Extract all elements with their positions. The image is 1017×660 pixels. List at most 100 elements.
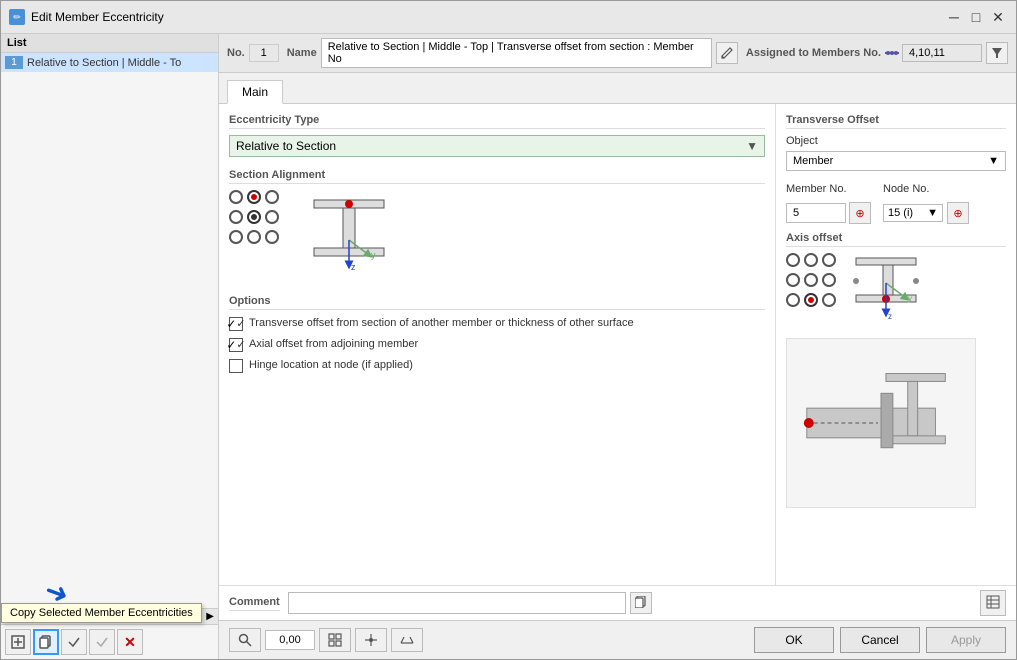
- name-edit-button[interactable]: [716, 42, 738, 64]
- app-icon: ✏: [9, 9, 25, 25]
- tab-main[interactable]: Main: [227, 80, 283, 104]
- axis-radio-bl[interactable]: [786, 293, 800, 307]
- comment-copy-button[interactable]: [630, 592, 652, 614]
- member-pick-button[interactable]: ⊕: [849, 202, 871, 224]
- axis-radio-grid: [786, 253, 836, 307]
- snap-button[interactable]: [355, 628, 387, 652]
- list-scroll-right[interactable]: ▶: [206, 611, 214, 622]
- eccentricity-type-dropdown[interactable]: Relative to Section ▼: [229, 135, 765, 157]
- window-title: Edit Member Eccentricity: [31, 10, 164, 24]
- search-bottom-button[interactable]: [229, 628, 261, 652]
- radio-top-center[interactable]: [247, 190, 261, 204]
- radio-grid: [229, 190, 279, 244]
- member-node-row: Member No. ⊕ Node No. 15 (i): [786, 183, 1006, 224]
- checkbox-3[interactable]: [229, 359, 243, 373]
- title-bar: ✏ Edit Member Eccentricity ─ □ ✕: [1, 1, 1016, 34]
- no-label: No.: [227, 47, 245, 59]
- member-no-input[interactable]: [786, 203, 846, 223]
- assigned-filter-button[interactable]: [986, 42, 1008, 64]
- ok-button[interactable]: OK: [754, 627, 834, 653]
- check-button[interactable]: [61, 629, 87, 655]
- axis-radio-bc[interactable]: [804, 293, 818, 307]
- list-body: 1 Relative to Section | Middle - To: [1, 53, 218, 608]
- radio-row-1: [229, 190, 279, 204]
- radio-mid-left[interactable]: [229, 210, 243, 224]
- checkbox-label-2: Axial offset from adjoining member: [249, 337, 418, 351]
- checkbox-2[interactable]: ✓: [229, 338, 243, 352]
- list-item-text: Relative to Section | Middle - To: [27, 57, 181, 69]
- name-field: Name Relative to Section | Middle - Top …: [287, 38, 738, 68]
- list-item-number: 1: [5, 56, 23, 69]
- radio-bot-left[interactable]: [229, 230, 243, 244]
- axis-radio-mc[interactable]: [804, 273, 818, 287]
- name-label: Name: [287, 47, 317, 59]
- form-right: Transverse Offset Object Member ▼ Member…: [776, 104, 1016, 585]
- options-section: Options ✓ Transverse offset from section…: [229, 295, 765, 373]
- node-select-row: 15 (i) ▼ ⊕: [883, 202, 969, 224]
- grid-button[interactable]: [319, 628, 351, 652]
- member-no-field: Member No. ⊕: [786, 183, 871, 224]
- axis-radio-tr[interactable]: [822, 253, 836, 267]
- checkbox-1[interactable]: ✓: [229, 317, 243, 331]
- close-button[interactable]: ✕: [988, 7, 1008, 27]
- cancel-button[interactable]: Cancel: [840, 627, 920, 653]
- copy-button[interactable]: [33, 629, 59, 655]
- coord-display: 0,00: [265, 630, 315, 650]
- apply-button[interactable]: Apply: [926, 627, 1006, 653]
- node-no-label: Node No.: [883, 183, 969, 195]
- assigned-field: Assigned to Members No. 4,10,11: [746, 42, 1008, 64]
- checkbox-row-1: ✓ Transverse offset from section of anot…: [229, 316, 765, 331]
- title-bar-left: ✏ Edit Member Eccentricity: [9, 9, 164, 25]
- table-icon-button[interactable]: [980, 590, 1006, 616]
- section-alignment-label: Section Alignment: [229, 169, 765, 184]
- title-bar-controls: ─ □ ✕: [944, 7, 1008, 27]
- minimize-button[interactable]: ─: [944, 7, 964, 27]
- member-no-label: Member No.: [786, 183, 871, 195]
- new-button[interactable]: [5, 629, 31, 655]
- delete-button[interactable]: ✕: [117, 629, 143, 655]
- bottom-right-buttons: OK Cancel Apply: [754, 627, 1006, 653]
- radio-top-left[interactable]: [229, 190, 243, 204]
- comment-label: Comment: [229, 596, 280, 611]
- radio-bot-center[interactable]: [247, 230, 261, 244]
- section-beam-diagram: y z: [289, 190, 409, 283]
- 3d-beam-visual: [786, 338, 976, 508]
- radio-mid-right[interactable]: [265, 210, 279, 224]
- dropdown-arrow-icon: ▼: [746, 139, 758, 153]
- object-dropdown[interactable]: Member ▼: [786, 151, 1006, 171]
- measure-button[interactable]: [391, 628, 423, 652]
- radio-bot-right[interactable]: [265, 230, 279, 244]
- node-pick-button[interactable]: ⊕: [947, 202, 969, 224]
- axis-beam-diagram: y z: [846, 253, 936, 328]
- axis-radio-tl[interactable]: [786, 253, 800, 267]
- bottom-bar: 0,00 OK Cancel Apply: [219, 620, 1016, 659]
- object-label: Object: [786, 135, 1006, 147]
- section-alignment-controls: y z: [229, 190, 765, 283]
- radio-row-2: [229, 210, 279, 224]
- assigned-input[interactable]: 4,10,11: [902, 44, 982, 62]
- axis-radio-mr[interactable]: [822, 273, 836, 287]
- node-value: 15 (i): [888, 207, 913, 219]
- comment-bar: Comment: [219, 585, 1016, 620]
- comment-input[interactable]: [288, 592, 626, 614]
- node-dropdown[interactable]: 15 (i) ▼: [883, 204, 943, 222]
- checkbox-label-1: Transverse offset from section of anothe…: [249, 316, 634, 330]
- main-window: ✏ Edit Member Eccentricity ─ □ ✕ List 1 …: [0, 0, 1017, 660]
- svg-text:z: z: [888, 312, 892, 321]
- radio-mid-center[interactable]: [247, 210, 261, 224]
- axis-radio-row-3: [786, 293, 836, 307]
- axis-radio-br[interactable]: [822, 293, 836, 307]
- name-input[interactable]: Relative to Section | Middle - Top | Tra…: [321, 38, 712, 68]
- no-input[interactable]: 1: [249, 44, 279, 62]
- axis-radio-tc[interactable]: [804, 253, 818, 267]
- maximize-button[interactable]: □: [966, 7, 986, 27]
- radio-top-right[interactable]: [265, 190, 279, 204]
- axis-radio-ml[interactable]: [786, 273, 800, 287]
- list-item[interactable]: 1 Relative to Section | Middle - To: [1, 53, 218, 72]
- checkbox-label-3: Hinge location at node (if applied): [249, 358, 413, 372]
- radio-row-3: [229, 230, 279, 244]
- list-panel: List 1 Relative to Section | Middle - To…: [1, 34, 219, 659]
- axis-radio-row-1: [786, 253, 836, 267]
- assigned-label: Assigned to Members No.: [746, 47, 881, 59]
- check2-button[interactable]: [89, 629, 115, 655]
